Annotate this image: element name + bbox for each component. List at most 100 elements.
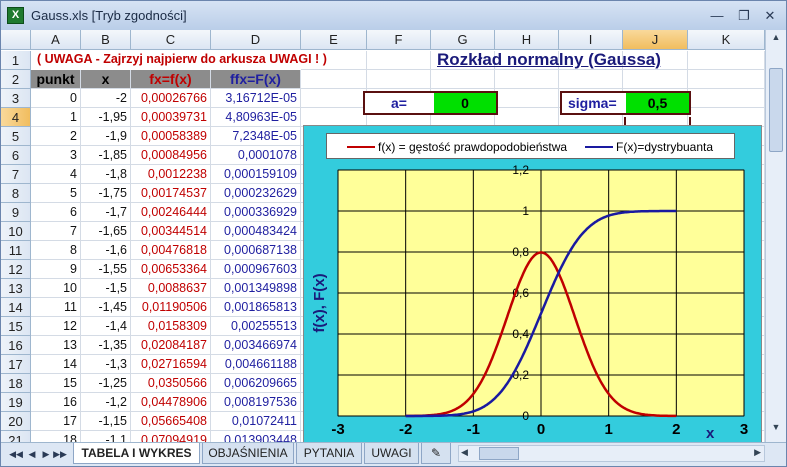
param-a-value[interactable]: 0 xyxy=(434,93,496,113)
table-cell[interactable]: 6 xyxy=(31,203,81,222)
table-cell[interactable]: 0,02716594 xyxy=(131,355,211,374)
table-header-cell[interactable]: x xyxy=(81,70,131,89)
table-cell[interactable]: 16 xyxy=(31,393,81,412)
table-cell[interactable]: -1,3 xyxy=(81,355,131,374)
table-cell[interactable]: 0,02084187 xyxy=(131,336,211,355)
table-cell[interactable]: 0,00255513 xyxy=(211,317,301,336)
table-cell[interactable]: 0,000336929 xyxy=(211,203,301,222)
vertical-scrollbar[interactable]: ▲ ▼ xyxy=(765,30,786,442)
row-header-18[interactable]: 18 xyxy=(1,374,31,393)
row-header-12[interactable]: 12 xyxy=(1,260,31,279)
tab-pytania[interactable]: PYTANIA xyxy=(296,443,362,464)
table-cell[interactable]: -1,2 xyxy=(81,393,131,412)
row-header-10[interactable]: 10 xyxy=(1,222,31,241)
table-cell[interactable]: 0,04478906 xyxy=(131,393,211,412)
column-header-b[interactable]: B xyxy=(81,30,131,50)
grid-cell[interactable] xyxy=(623,70,688,89)
row-header-3[interactable]: 3 xyxy=(1,89,31,108)
row-header-15[interactable]: 15 xyxy=(1,317,31,336)
row-header-16[interactable]: 16 xyxy=(1,336,31,355)
table-cell[interactable]: 13 xyxy=(31,336,81,355)
column-header-e[interactable]: E xyxy=(301,30,367,50)
table-cell[interactable]: 0,004661188 xyxy=(211,355,301,374)
table-cell[interactable]: 0,013903448 xyxy=(211,431,301,442)
table-cell[interactable]: 11 xyxy=(31,298,81,317)
row-header-11[interactable]: 11 xyxy=(1,241,31,260)
column-header-a[interactable]: A xyxy=(31,30,81,50)
table-cell[interactable]: -1,75 xyxy=(81,184,131,203)
prev-sheet-icon[interactable]: ◀ xyxy=(25,447,39,461)
spreadsheet-grid[interactable]: ABCDEFGHIJK 1 2 3 4 5 6 7 8 9 10 11 12 13 14 15 16 17 18 1… xyxy=(1,30,765,442)
table-cell[interactable]: -1,8 xyxy=(81,165,131,184)
table-cell[interactable]: 0,003466974 xyxy=(211,336,301,355)
table-header-cell[interactable]: punkt xyxy=(31,70,81,89)
table-cell[interactable]: 3 xyxy=(31,146,81,165)
table-cell[interactable]: 8 xyxy=(31,241,81,260)
table-cell[interactable]: 0,00058389 xyxy=(131,127,211,146)
vertical-scroll-thumb[interactable] xyxy=(769,68,783,152)
column-header-i[interactable]: I xyxy=(559,30,623,50)
table-cell[interactable]: -1,5 xyxy=(81,279,131,298)
grid-cell[interactable] xyxy=(688,89,765,108)
row-header-19[interactable]: 19 xyxy=(1,393,31,412)
table-cell[interactable]: 0,008197536 xyxy=(211,393,301,412)
table-cell[interactable]: -1,45 xyxy=(81,298,131,317)
table-cell[interactable]: 0,000967603 xyxy=(211,260,301,279)
row-header-2[interactable]: 2 xyxy=(1,70,31,89)
table-cell[interactable]: -1,85 xyxy=(81,146,131,165)
select-all-corner[interactable] xyxy=(1,30,31,50)
tab-tabela-i-wykres[interactable]: TABELA I WYKRES xyxy=(73,443,200,464)
column-header-f[interactable]: F xyxy=(367,30,431,50)
table-cell[interactable]: 0,000232629 xyxy=(211,184,301,203)
grid-cell[interactable] xyxy=(301,89,367,108)
table-cell[interactable]: 0,00246444 xyxy=(131,203,211,222)
tab-uwagi[interactable]: UWAGI xyxy=(364,443,419,464)
grid-cell[interactable] xyxy=(688,51,765,70)
table-cell[interactable]: 17 xyxy=(31,412,81,431)
table-cell[interactable]: 1 xyxy=(31,108,81,127)
grid-cell[interactable] xyxy=(495,89,559,108)
minimize-icon[interactable]: — xyxy=(707,7,727,25)
grid-cell[interactable] xyxy=(431,70,495,89)
table-cell[interactable]: 0,00084956 xyxy=(131,146,211,165)
table-cell[interactable]: -1,7 xyxy=(81,203,131,222)
grid-cell[interactable] xyxy=(688,70,765,89)
table-cell[interactable]: -1,95 xyxy=(81,108,131,127)
horizontal-scroll-thumb[interactable] xyxy=(479,447,519,460)
column-header-c[interactable]: C xyxy=(131,30,211,50)
table-cell[interactable]: 0,001349898 xyxy=(211,279,301,298)
table-cell[interactable]: -1,1 xyxy=(81,431,131,442)
table-cell[interactable]: 10 xyxy=(31,279,81,298)
table-cell[interactable]: 0,006209665 xyxy=(211,374,301,393)
row-header-7[interactable]: 7 xyxy=(1,165,31,184)
table-cell[interactable]: 0,01072411 xyxy=(211,412,301,431)
table-cell[interactable]: 7,2348E-05 xyxy=(211,127,301,146)
table-cell[interactable]: 18 xyxy=(31,431,81,442)
table-cell[interactable]: 4,80963E-05 xyxy=(211,108,301,127)
table-cell[interactable]: 0,0001078 xyxy=(211,146,301,165)
table-cell[interactable]: -1,6 xyxy=(81,241,131,260)
table-cell[interactable]: 0,00344514 xyxy=(131,222,211,241)
row-header-9[interactable]: 9 xyxy=(1,203,31,222)
insert-sheet-icon[interactable]: ✎ xyxy=(421,443,451,464)
table-header-cell[interactable]: ffx=F(x) xyxy=(211,70,301,89)
table-cell[interactable]: 0,00653364 xyxy=(131,260,211,279)
first-sheet-icon[interactable]: ◀◀ xyxy=(9,447,23,461)
scroll-up-icon[interactable]: ▲ xyxy=(768,32,784,48)
table-cell[interactable]: 0,0012238 xyxy=(131,165,211,184)
table-cell[interactable]: -1,35 xyxy=(81,336,131,355)
scroll-left-icon[interactable]: ◀ xyxy=(461,447,468,458)
grid-cell[interactable] xyxy=(301,70,367,89)
column-header-h[interactable]: H xyxy=(495,30,559,50)
table-cell[interactable]: 0,000483424 xyxy=(211,222,301,241)
table-cell[interactable]: -1,55 xyxy=(81,260,131,279)
row-header-5[interactable]: 5 xyxy=(1,127,31,146)
table-cell[interactable]: -1,9 xyxy=(81,127,131,146)
last-sheet-icon[interactable]: ▶▶ xyxy=(53,447,67,461)
table-cell[interactable]: -1,4 xyxy=(81,317,131,336)
grid-cell[interactable] xyxy=(367,70,431,89)
column-header-k[interactable]: K xyxy=(688,30,765,50)
table-cell[interactable]: 0,01190506 xyxy=(131,298,211,317)
horizontal-scrollbar[interactable]: ◀ ▶ xyxy=(458,445,765,462)
table-cell[interactable]: 0,00476818 xyxy=(131,241,211,260)
